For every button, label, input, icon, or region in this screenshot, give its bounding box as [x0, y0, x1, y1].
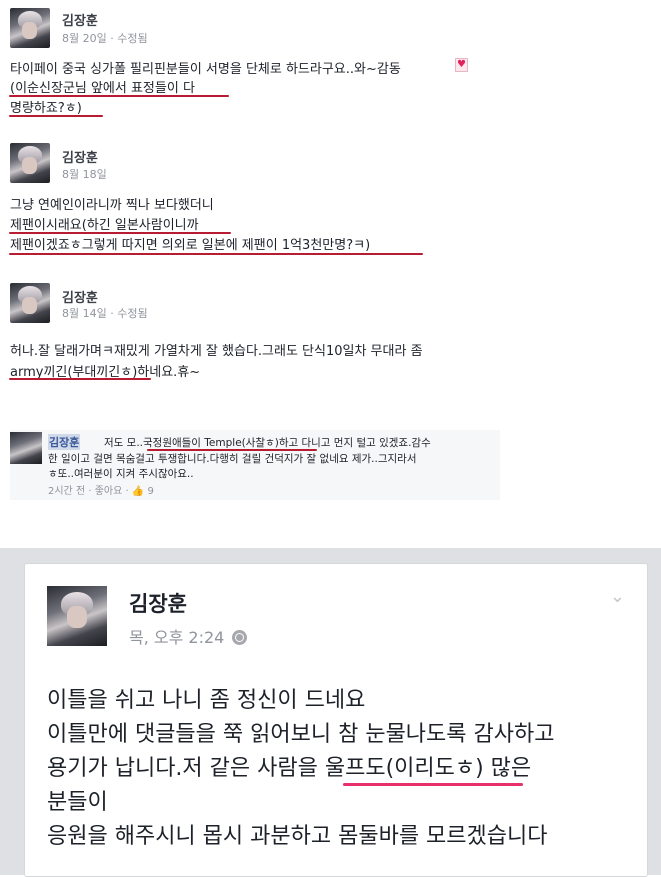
comment-box: 김장훈 저도 모..국정원애들이 Temple(사찰ㅎ)하고 다니고 먼지 털고…	[10, 430, 500, 500]
post-text-line: 응원을 해주시니 몹시 과분하고 몸둘바를 모르겠습니다	[47, 824, 548, 849]
post-time[interactable]: 목, 오후 2:24	[129, 628, 224, 647]
post-text-line: 이틀만에 댓글들을 쭉 읽어보니 참 눈물나도록 감사하고	[47, 722, 555, 747]
post-text-line: 허나.잘 달래가며ㅋ재밌게 가열차게 잘 했습다.그래도 단식10일차 무대라 …	[10, 344, 423, 359]
like-count: 9	[147, 486, 154, 497]
post-text-line: 제팬이시래요(하긴 일본사람이니까	[10, 218, 199, 233]
comment-time[interactable]: 2시간 전	[48, 486, 85, 497]
comment-author-name[interactable]: 김장훈	[48, 434, 81, 450]
author-name[interactable]: 김장훈	[62, 147, 98, 166]
heart-icon: ♥	[455, 58, 468, 72]
post-meta[interactable]: 8월 18일	[62, 166, 107, 182]
comment-text-line: 한 일이고 걸면 목숨걸고 투쟁합니다.다행히 걸릴 건덕지가 잘 없네요 제가…	[48, 453, 417, 465]
post-text-line: 그냥 연예인이라니까 찍나 보다했더니	[10, 198, 214, 213]
post-text-line: 타이페이 중국 싱가폴 필리핀분들이 서명을 단체로 하드라구요..와~감동	[10, 62, 401, 77]
author-name[interactable]: 김장훈	[62, 10, 98, 29]
author-name[interactable]: 김장훈	[129, 588, 187, 618]
post-text-line: 명량하죠?ㅎ)	[10, 101, 82, 116]
red-underline	[9, 115, 103, 117]
post-meta: 목, 오후 2:24	[129, 624, 248, 648]
like-button[interactable]: 좋아요	[95, 486, 123, 497]
globe-icon	[232, 630, 248, 645]
comment-text-line: 저도 모..국정원애들이 Temple(사찰ㅎ)하고 다니고 먼지 털고 있겠죠…	[104, 437, 431, 449]
bottom-post-card: 김장훈 목, 오후 2:24 ⌄ 이틀을 쉬고 나니 좀 정신이 드네요 이틀만…	[24, 563, 648, 877]
thumbs-up-icon: 👍	[131, 486, 145, 497]
post-meta[interactable]: 8월 20일 · 수정됨	[62, 30, 148, 46]
profile-avatar[interactable]	[10, 8, 50, 48]
profile-avatar[interactable]	[10, 143, 50, 183]
comment-meta: 2시간 전 · 좋아요 · 👍 9	[48, 486, 154, 497]
red-underline	[9, 253, 423, 255]
pink-underline	[343, 783, 523, 786]
screenshot-top-panel: 김장훈 8월 20일 · 수정됨 타이페이 중국 싱가폴 필리핀분들이 서명을 …	[0, 0, 555, 545]
post-text-line: 이틀을 쉬고 나니 좀 정신이 드네요	[47, 688, 366, 713]
comment-avatar[interactable]	[10, 432, 42, 464]
profile-avatar[interactable]	[47, 586, 107, 646]
post-text-line: 용기가 납니다.저 같은 사람을 울프도(이리도ㅎ) 많은	[47, 756, 532, 781]
chevron-down-icon[interactable]: ⌄	[610, 586, 625, 607]
post-text-line: (이순신장군님 앞에서 표정들이 다	[10, 81, 195, 96]
comment-text-line: ㅎ또..여러분이 지켜 주시잖아요..	[48, 468, 194, 480]
post-text-line: 제팬이겠죠ㅎ그렇게 따지면 의외로 일본에 제팬이 1억3천만명?ㅋ)	[10, 238, 371, 253]
author-name[interactable]: 김장훈	[62, 287, 98, 306]
red-underline	[9, 378, 151, 380]
profile-avatar[interactable]	[10, 283, 50, 323]
post-meta[interactable]: 8월 14일 · 수정됨	[62, 305, 148, 321]
post-text-line: 분들이	[47, 790, 108, 815]
